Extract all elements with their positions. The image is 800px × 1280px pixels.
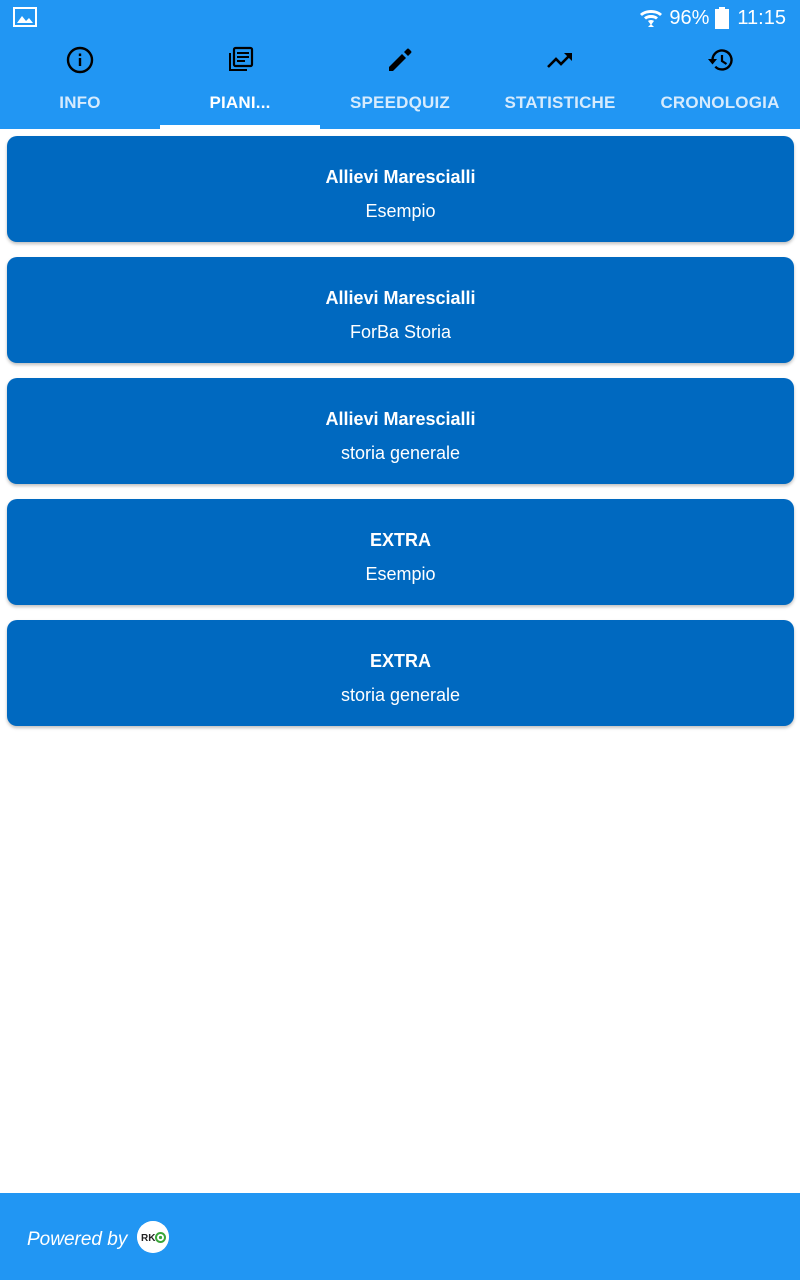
card-title: Allievi Marescialli	[325, 288, 476, 308]
battery-percent: 96%	[669, 6, 710, 29]
footer: Powered by RK	[0, 1193, 800, 1280]
tab-label: STATISTICHE	[504, 93, 616, 112]
tab-label: SPEEDQUIZ	[349, 93, 451, 112]
rk-logo: RK	[137, 1221, 169, 1253]
image-icon	[13, 7, 37, 27]
wifi-icon	[640, 10, 663, 27]
card-subtitle: storia generale	[340, 685, 461, 705]
plan-card[interactable]: Allievi Marescialli storia generale	[7, 378, 794, 484]
status-time: 11:15	[737, 6, 786, 29]
logo-text: RK	[141, 1233, 156, 1244]
status-indicators: 96% 11:15	[639, 4, 786, 32]
tab-speedquiz[interactable]: SPEEDQUIZ	[320, 36, 480, 129]
battery-icon	[715, 7, 730, 29]
info-icon	[66, 46, 94, 74]
tab-label: INFO	[59, 93, 101, 112]
powered-by-text: Powered by	[27, 1229, 128, 1250]
tab-label: CRONOLOGIA	[660, 93, 780, 112]
card-subtitle: ForBa Storia	[349, 322, 452, 342]
history-icon	[708, 49, 733, 71]
tab-cronologia[interactable]: CRONOLOGIA	[640, 36, 800, 129]
card-title: EXTRA	[369, 530, 431, 550]
library-books-icon	[229, 46, 254, 71]
card-subtitle: storia generale	[340, 443, 461, 463]
card-title: Allievi Marescialli	[325, 409, 476, 429]
plan-list: Allievi Marescialli Esempio Allievi Mare…	[7, 136, 794, 741]
tab-piani[interactable]: PIANI...	[160, 36, 320, 129]
tab-label: PIANI...	[209, 93, 271, 112]
plan-card[interactable]: Allievi Marescialli Esempio	[7, 136, 794, 242]
pencil-icon	[389, 48, 412, 71]
card-subtitle: Esempio	[365, 564, 436, 584]
plan-card[interactable]: Allievi Marescialli ForBa Storia	[7, 257, 794, 363]
tab-bar: INFO PIANI... SPEEDQUIZ STATISTICHE CRON…	[0, 36, 800, 129]
plan-card[interactable]: EXTRA storia generale	[7, 620, 794, 726]
tab-statistiche[interactable]: STATISTICHE	[480, 36, 640, 129]
trending-up-icon	[547, 53, 572, 68]
card-title: Allievi Marescialli	[325, 167, 476, 187]
tab-info[interactable]: INFO	[0, 36, 160, 129]
active-tab-indicator	[160, 125, 320, 129]
status-bar: 96% 11:15	[0, 0, 800, 36]
card-title: EXTRA	[369, 651, 431, 671]
card-subtitle: Esempio	[365, 201, 436, 221]
plan-card[interactable]: EXTRA Esempio	[7, 499, 794, 605]
